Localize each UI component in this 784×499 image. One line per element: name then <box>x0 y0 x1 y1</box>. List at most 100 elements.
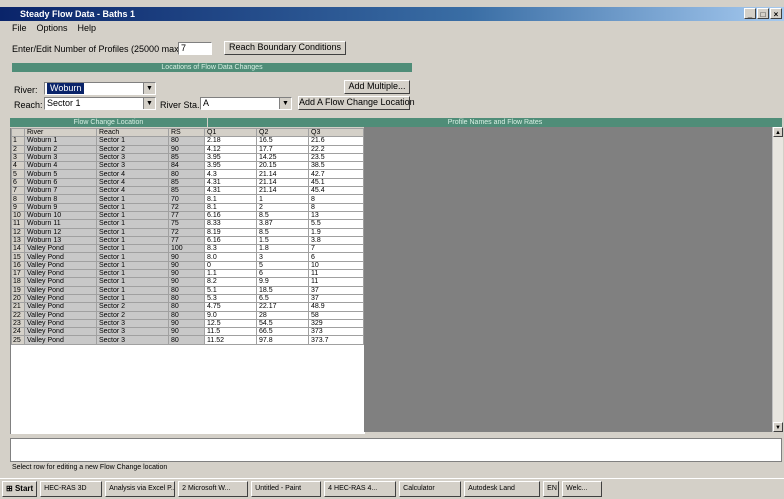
language-indicator[interactable]: EN <box>543 481 560 497</box>
table-cell[interactable]: 3.95 <box>204 152 257 163</box>
table-cell[interactable]: 80 <box>168 310 205 320</box>
table-cell[interactable]: Woburn 3 <box>24 152 97 163</box>
table-cell[interactable]: 80 <box>168 293 205 304</box>
row-index[interactable]: 23 <box>11 318 25 329</box>
table-cell[interactable]: Sector 3 <box>96 318 169 329</box>
table-cell[interactable]: Sector 1 <box>96 235 169 246</box>
table-cell[interactable]: Sector 1 <box>96 194 169 204</box>
table-cell[interactable]: Sector 1 <box>96 210 169 221</box>
taskbar-item[interactable]: 4 HEC-RAS 4... <box>324 481 397 497</box>
table-cell[interactable]: 45.1 <box>308 177 364 188</box>
table-cell[interactable]: 90 <box>168 277 205 287</box>
table-cell[interactable]: 8.3 <box>204 244 257 254</box>
table-cell[interactable]: 28 <box>256 310 309 320</box>
table-cell[interactable]: 80 <box>168 136 205 146</box>
table-cell[interactable]: Woburn 10 <box>24 210 97 221</box>
table-row[interactable]: 6 Woburn 6 Sector 4 85 4.31 21.14 45.1 <box>11 177 364 188</box>
table-cell[interactable]: Woburn 4 <box>24 161 97 171</box>
table-cell[interactable]: Valley Pond <box>24 335 97 345</box>
table-cell[interactable]: 4.31 <box>204 177 257 188</box>
chevron-down-icon[interactable]: ▼ <box>279 98 291 109</box>
table-cell[interactable]: 5.1 <box>204 285 257 295</box>
taskbar-item[interactable]: Analysis via Excel P... <box>105 481 176 497</box>
table-cell[interactable]: 84 <box>168 161 205 171</box>
row-index[interactable]: 20 <box>11 293 25 304</box>
add-flow-change-location-button[interactable]: Add A Flow Change Location <box>298 96 415 110</box>
table-cell[interactable]: 3.8 <box>308 235 364 246</box>
table-cell[interactable]: Valley Pond <box>24 277 97 287</box>
table-cell[interactable]: 6.5 <box>256 293 309 304</box>
table-cell[interactable]: 18.5 <box>256 285 309 295</box>
row-index[interactable]: 17 <box>11 269 25 279</box>
table-row[interactable]: 22 Valley Pond Sector 2 80 9.0 28 58 <box>11 310 364 320</box>
table-row[interactable]: 15 Valley Pond Sector 1 90 8.0 3 6 <box>11 252 364 262</box>
table-cell[interactable]: Woburn 1 <box>24 136 97 146</box>
table-cell[interactable]: 8 <box>308 202 364 212</box>
table-cell[interactable]: 42.7 <box>308 169 364 179</box>
table-cell[interactable]: Woburn 12 <box>24 227 97 237</box>
table-cell[interactable]: Sector 1 <box>96 219 169 229</box>
table-cell[interactable]: Valley Pond <box>24 318 97 329</box>
row-index[interactable]: 5 <box>11 169 25 179</box>
table-cell[interactable]: Woburn 8 <box>24 194 97 204</box>
table-cell[interactable]: 80 <box>168 302 205 312</box>
table-row[interactable]: 16 Valley Pond Sector 1 90 0 5 10 <box>11 260 364 271</box>
row-index[interactable]: 2 <box>11 144 25 154</box>
row-index[interactable]: 11 <box>11 219 25 229</box>
table-cell[interactable]: 4.12 <box>204 144 257 154</box>
table-cell[interactable]: 11.52 <box>204 335 257 345</box>
row-index[interactable]: 21 <box>11 302 25 312</box>
taskbar-item[interactable]: HEC-RAS 3D <box>40 481 103 497</box>
table-cell[interactable]: 54.5 <box>256 318 309 329</box>
taskbar-item[interactable]: Autodesk Land <box>464 481 541 497</box>
table-cell[interactable]: Valley Pond <box>24 327 97 337</box>
reach-select[interactable]: Sector 1 ▼ <box>44 97 156 110</box>
table-cell[interactable]: 90 <box>168 318 205 329</box>
row-index[interactable]: 4 <box>11 161 25 171</box>
table-row[interactable]: 8 Woburn 8 Sector 1 70 8.1 1 8 <box>11 194 364 204</box>
table-cell[interactable]: 8.0 <box>204 252 257 262</box>
table-cell[interactable]: 4.3 <box>204 169 257 179</box>
table-cell[interactable]: 1.1 <box>204 269 257 279</box>
table-row[interactable]: 20 Valley Pond Sector 1 80 5.3 6.5 37 <box>11 293 364 304</box>
row-index[interactable]: 7 <box>11 186 25 196</box>
table-cell[interactable]: 1.9 <box>308 227 364 237</box>
table-cell[interactable]: 6 <box>308 252 364 262</box>
table-cell[interactable]: 3 <box>256 252 309 262</box>
table-cell[interactable]: Valley Pond <box>24 260 97 271</box>
table-cell[interactable]: 9.9 <box>256 277 309 287</box>
table-cell[interactable]: Woburn 9 <box>24 202 97 212</box>
table-cell[interactable]: Sector 4 <box>96 177 169 188</box>
table-cell[interactable]: Valley Pond <box>24 252 97 262</box>
table-row[interactable]: 18 Valley Pond Sector 1 90 8.2 9.9 11 <box>11 277 364 287</box>
row-index[interactable]: 24 <box>11 327 25 337</box>
river-select[interactable]: Woburn ▼ <box>44 82 156 95</box>
table-cell[interactable]: Sector 3 <box>96 161 169 171</box>
row-index[interactable]: 1 <box>11 136 25 146</box>
start-button[interactable]: ⊞ Start <box>2 481 38 497</box>
table-cell[interactable]: 90 <box>168 252 205 262</box>
table-cell[interactable]: 85 <box>168 186 205 196</box>
row-index[interactable]: 15 <box>11 252 25 262</box>
table-cell[interactable]: Woburn 7 <box>24 186 97 196</box>
table-cell[interactable]: 9.0 <box>204 310 257 320</box>
table-cell[interactable]: 1.5 <box>256 235 309 246</box>
table-cell[interactable]: Woburn 2 <box>24 144 97 154</box>
table-cell[interactable]: 14.25 <box>256 152 309 163</box>
row-index[interactable]: 18 <box>11 277 25 287</box>
column-header-q1[interactable]: Q1 <box>204 128 257 138</box>
table-row[interactable]: 3 Woburn 3 Sector 3 85 3.95 14.25 23.5 <box>11 152 364 163</box>
table-cell[interactable]: 97.8 <box>256 335 309 345</box>
table-cell[interactable]: Valley Pond <box>24 310 97 320</box>
table-row[interactable]: 10 Woburn 10 Sector 1 77 6.16 8.5 13 <box>11 210 364 221</box>
table-cell[interactable]: 58 <box>308 310 364 320</box>
table-cell[interactable]: 6 <box>256 269 309 279</box>
table-cell[interactable]: 23.5 <box>308 152 364 163</box>
scroll-up-icon[interactable]: ▲ <box>773 127 783 137</box>
table-cell[interactable]: 4.31 <box>204 186 257 196</box>
table-cell[interactable]: Sector 1 <box>96 227 169 237</box>
table-cell[interactable]: 3.87 <box>256 219 309 229</box>
table-cell[interactable]: 11 <box>308 277 364 287</box>
column-header-river[interactable]: River <box>24 128 97 138</box>
table-cell[interactable]: 373.7 <box>308 335 364 345</box>
